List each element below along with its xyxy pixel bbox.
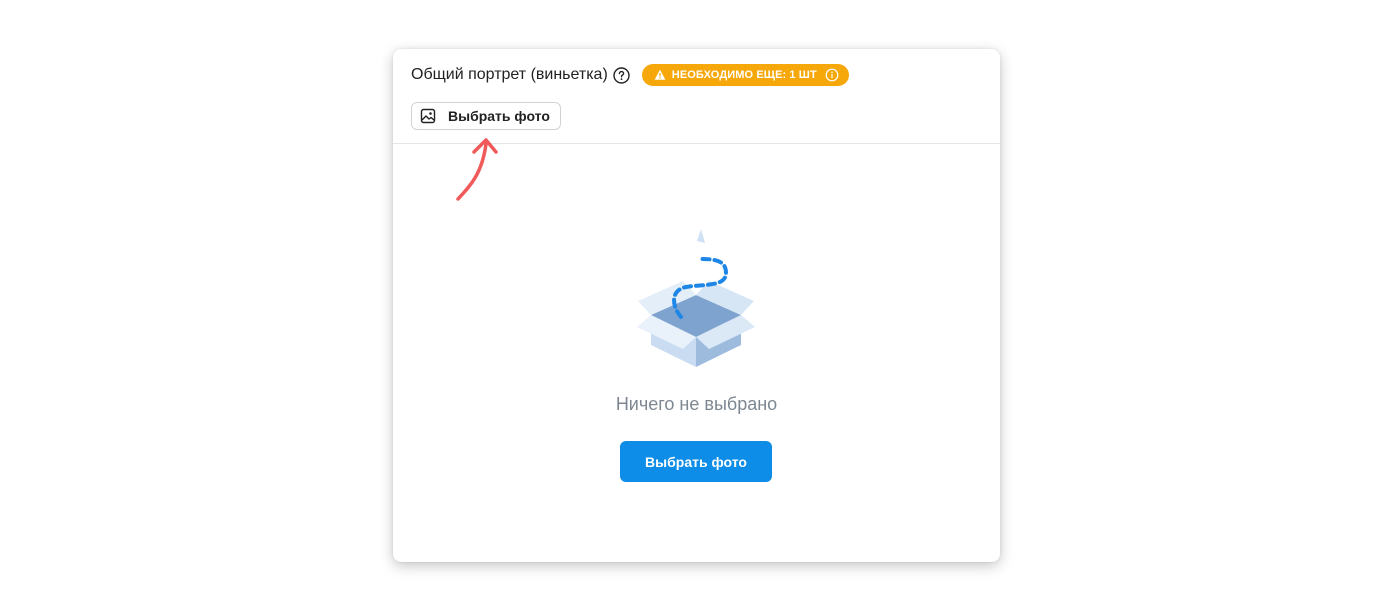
choose-photo-button-primary[interactable]: Выбрать фото <box>620 441 772 482</box>
warning-badge: НЕОБХОДИМО ЕЩЕ: 1 ШТ <box>641 64 849 86</box>
red-arrow-annotation <box>452 134 502 204</box>
section-title: Общий портрет (виньетка) <box>411 66 608 83</box>
image-icon <box>420 108 436 124</box>
warning-triangle-icon <box>654 69 666 81</box>
warning-badge-text: НЕОБХОДИМО ЕЩЕ: 1 ШТ <box>671 69 817 81</box>
info-circle-icon[interactable] <box>825 68 839 82</box>
title-row: Общий портрет (виньетка) НЕОБХОДИМО ЕЩЕ: <box>411 63 849 87</box>
photo-picker-card: Общий портрет (виньетка) НЕОБХОДИМО ЕЩЕ: <box>393 49 1000 562</box>
choose-photo-button-secondary[interactable]: Выбрать фото <box>411 102 561 130</box>
empty-state-text: Ничего не выбрано <box>615 394 778 414</box>
question-circle-icon[interactable] <box>613 66 630 84</box>
card-header: Общий портрет (виньетка) НЕОБХОДИМО ЕЩЕ: <box>393 49 1000 144</box>
open-box-illustration <box>631 225 761 370</box>
choose-photo-label: Выбрать фото <box>448 108 550 124</box>
